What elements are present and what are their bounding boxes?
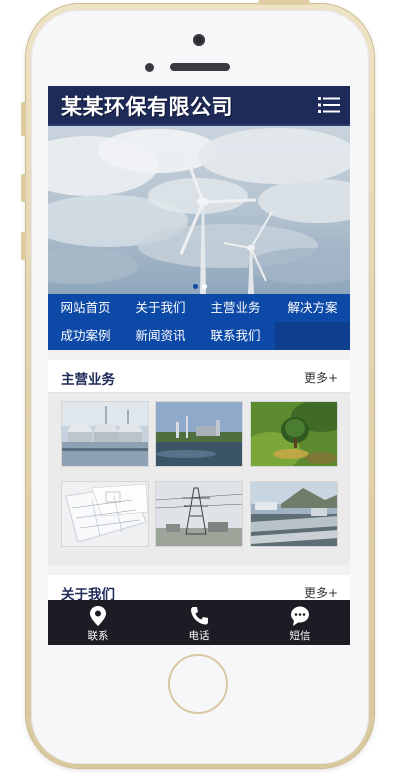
power-button [258, 0, 310, 5]
business-thumb-water-treatment[interactable] [61, 401, 149, 467]
banner-pagination [191, 284, 211, 290]
business-section-header: 主营业务 更多+ [48, 360, 350, 393]
nav-contact[interactable]: 联系我们 [198, 322, 273, 350]
nav-home[interactable]: 网站首页 [48, 294, 123, 322]
volume-up-button [21, 174, 26, 202]
tab-sms[interactable]: 短信 [250, 600, 350, 645]
tab-sms-label: 短信 [289, 630, 311, 642]
wind-turbine-image [48, 126, 350, 294]
nav-empty-cell [275, 322, 350, 350]
nav-solutions[interactable]: 解决方案 [275, 294, 350, 322]
nav-business[interactable]: 主营业务 [198, 294, 273, 322]
business-section-title: 主营业务 [61, 372, 115, 388]
hero-banner[interactable] [48, 126, 350, 294]
tab-contact-label: 联系 [87, 630, 109, 642]
business-thumb-lakeside-factory[interactable] [155, 401, 243, 467]
site-header: 某某环保有限公司 [48, 86, 350, 126]
business-thumb-blueprints[interactable] [61, 481, 149, 547]
banner-dot-active[interactable] [193, 284, 198, 289]
business-more-link[interactable]: 更多+ [304, 369, 338, 386]
nav-cases[interactable]: 成功案例 [48, 322, 123, 350]
business-thumb-green-landscape[interactable] [250, 401, 338, 467]
nav-news[interactable]: 新闻资讯 [123, 322, 198, 350]
about-more-link[interactable]: 更多+ [304, 584, 338, 601]
proximity-sensor [145, 63, 154, 72]
tab-phone[interactable]: 电话 [149, 600, 249, 645]
location-pin-icon [88, 605, 108, 627]
business-thumb-power-tower[interactable] [155, 481, 243, 547]
hamburger-menu-icon[interactable] [318, 96, 340, 114]
earpiece-speaker [170, 63, 230, 71]
phone-icon [189, 605, 209, 627]
business-grid [48, 393, 350, 565]
site-logo[interactable]: 某某环保有限公司 [61, 91, 233, 121]
volume-down-button [21, 232, 26, 260]
message-bubble-icon [290, 605, 310, 627]
tab-contact[interactable]: 联系 [48, 600, 148, 645]
main-navigation: 网站首页 关于我们 主营业务 解决方案 成功案例 新闻资讯 联系我们 [48, 294, 350, 350]
home-button[interactable] [168, 654, 228, 714]
banner-dot[interactable] [202, 284, 207, 289]
bottom-action-bar: 联系 电话 短信 [48, 600, 350, 645]
mute-switch [21, 102, 26, 136]
phone-mockup: 某某环保有限公司 网站首页 关于我们 主营业务 解决方案 成功案例 新闻资讯 联… [0, 0, 400, 775]
nav-about[interactable]: 关于我们 [123, 294, 198, 322]
tab-phone-label: 电话 [188, 630, 210, 642]
mobile-screen: 某某环保有限公司 网站首页 关于我们 主营业务 解决方案 成功案例 新闻资讯 联… [48, 86, 350, 645]
front-camera [193, 34, 205, 46]
business-thumb-sewage-plant[interactable] [250, 481, 338, 547]
